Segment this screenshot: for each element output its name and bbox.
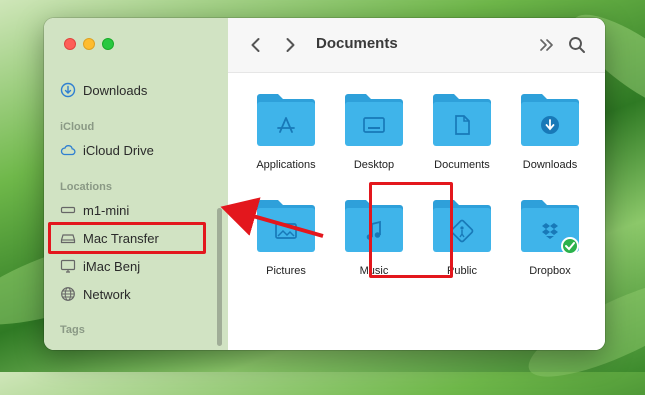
finder-window: Downloads iCloud iCloud Drive Locations … (44, 18, 605, 350)
section-heading-locations: Locations (60, 181, 112, 193)
highlight-box-music (369, 182, 453, 278)
traffic-lights (64, 38, 114, 50)
double-chevron-right-icon[interactable] (537, 35, 557, 55)
sidebar-item-label: Downloads (83, 82, 148, 98)
folder-documents[interactable]: Documents (422, 88, 502, 171)
folder-pictures[interactable]: Pictures (246, 194, 326, 277)
mac-mini-icon (60, 206, 76, 214)
window-title: Documents (316, 35, 398, 52)
folder-label: Desktop (353, 159, 395, 171)
sidebar-item-m1-mini[interactable]: m1-mini (60, 200, 129, 220)
sidebar-item-icloud-drive[interactable]: iCloud Drive (60, 140, 154, 160)
close-button[interactable] (64, 38, 76, 50)
folder-label: Pictures (266, 265, 306, 277)
folder-applications[interactable]: Applications (246, 88, 326, 171)
sidebar-item-imac-benj[interactable]: iMac Benj (60, 256, 140, 276)
toolbar: Documents (228, 18, 605, 73)
folder-label: Applications (256, 159, 316, 171)
sidebar-item-network[interactable]: Network (60, 284, 131, 304)
synced-check-badge-icon (561, 237, 579, 255)
sidebar-item-downloads[interactable]: Downloads (60, 80, 147, 100)
folder-label: Downloads (522, 159, 578, 171)
folder-icon (345, 94, 403, 146)
highlight-box-mac-transfer (48, 222, 206, 254)
file-browser: Documents Applications Desktop Documents Do… (228, 18, 605, 350)
sidebar-item-label: m1-mini (83, 202, 130, 218)
minimize-button[interactable] (83, 38, 95, 50)
cloud-icon (60, 145, 76, 156)
folder-icon (257, 94, 315, 146)
folder-icon (433, 94, 491, 146)
folder-label: Dropbox (529, 265, 571, 277)
chevron-left-icon[interactable] (246, 35, 266, 55)
zoom-button[interactable] (102, 38, 114, 50)
display-icon (60, 259, 76, 273)
folder-desktop[interactable]: Desktop (334, 88, 414, 171)
section-heading-icloud: iCloud (60, 121, 95, 133)
downloads-icon (60, 82, 76, 98)
folder-label: Documents (434, 159, 490, 171)
section-heading-tags: Tags (60, 324, 85, 336)
search-icon[interactable] (567, 35, 587, 55)
download-arrow-icon (541, 116, 559, 134)
globe-icon (61, 287, 75, 301)
folder-downloads[interactable]: Downloads (510, 88, 590, 171)
sidebar-item-label: Network (83, 286, 131, 302)
sidebar-item-label: iCloud Drive (83, 142, 154, 158)
folder-icon (257, 200, 315, 252)
folder-icon (521, 200, 579, 255)
sidebar: Downloads iCloud iCloud Drive Locations … (44, 18, 229, 350)
folder-icon (521, 94, 579, 146)
folder-dropbox[interactable]: Dropbox (510, 194, 590, 277)
chevron-right-icon[interactable] (280, 35, 300, 55)
sidebar-item-label: iMac Benj (83, 258, 141, 274)
sidebar-scrollbar[interactable] (217, 208, 222, 346)
